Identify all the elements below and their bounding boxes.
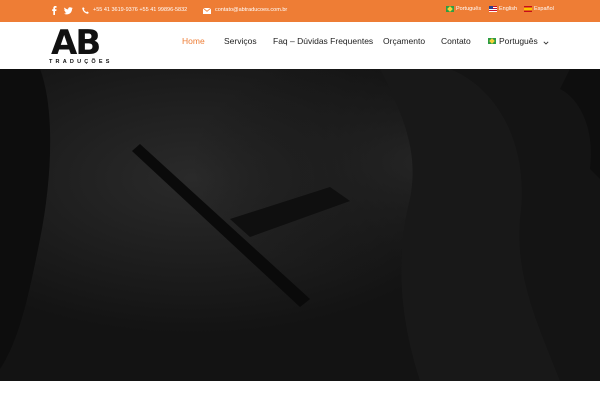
language-dropdown-label: Português: [499, 36, 538, 46]
language-spanish[interactable]: Español: [524, 6, 554, 12]
nav-servicos[interactable]: Serviços: [224, 36, 257, 46]
phone-numbers: +55 41 3619-9376 +55 41 99896-5832: [93, 7, 188, 13]
language-label: Português: [456, 6, 482, 12]
top-bar: +55 41 3619-9376 +55 41 99896-5832 conta…: [0, 0, 600, 22]
twitter-icon[interactable]: [64, 6, 73, 15]
language-dropdown[interactable]: Português: [488, 36, 549, 46]
hero-background-image: [0, 69, 600, 381]
language-english[interactable]: English: [489, 6, 517, 12]
brazil-flag-icon: [488, 38, 496, 44]
site-logo[interactable]: AB TRADUÇÕES: [49, 23, 119, 66]
email-link[interactable]: contato@abtraducoes.com.br: [215, 7, 287, 13]
nav-home[interactable]: Home: [182, 36, 205, 46]
usa-flag-icon: [489, 6, 497, 12]
brazil-flag-icon: [446, 6, 454, 12]
nav-contato[interactable]: Contato: [441, 36, 471, 46]
language-label: Español: [534, 6, 554, 12]
mail-icon: [202, 7, 212, 14]
phone-icon: [82, 7, 89, 14]
site-header: AB TRADUÇÕES Home Serviços Faq – Dúvidas…: [0, 22, 600, 69]
nav-faq[interactable]: Faq – Dúvidas Frequentes: [273, 36, 373, 46]
nav-orcamento[interactable]: Orçamento: [383, 36, 425, 46]
hero-banner: [0, 69, 600, 381]
facebook-icon[interactable]: [51, 6, 57, 15]
language-portuguese[interactable]: Português: [446, 6, 481, 12]
spain-flag-icon: [524, 6, 532, 12]
logo-mark: AB: [51, 23, 101, 63]
chevron-down-icon: [543, 38, 549, 45]
logo-subtitle: TRADUÇÕES: [49, 59, 113, 65]
page-content-area: [0, 381, 600, 400]
language-label: English: [499, 6, 518, 12]
